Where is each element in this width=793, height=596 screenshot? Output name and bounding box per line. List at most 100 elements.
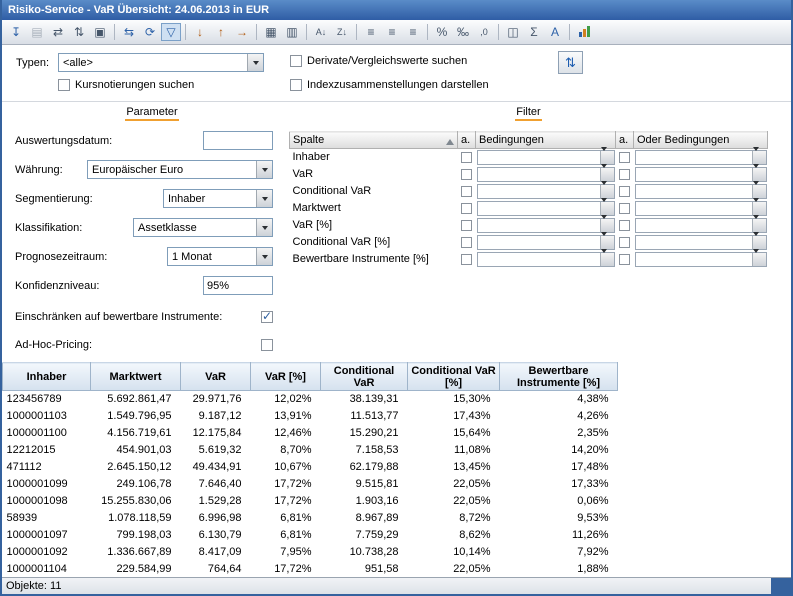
oder-bedingungen-select[interactable] bbox=[635, 252, 767, 267]
refresh-button[interactable]: ⇅ bbox=[558, 51, 583, 74]
table-row[interactable]: 1000001104229.584,99764,6417,72%951,5822… bbox=[3, 561, 618, 578]
align-center-icon[interactable]: ≡ bbox=[382, 23, 402, 41]
konfidenzniveau-input[interactable] bbox=[203, 276, 273, 295]
value-cell: 13,91% bbox=[251, 408, 321, 425]
einschraenken-checkbox[interactable] bbox=[261, 311, 273, 323]
and-checkbox[interactable] bbox=[461, 237, 472, 248]
fit-height-icon[interactable]: ⇅ bbox=[69, 23, 89, 41]
sigma-icon[interactable]: Σ bbox=[524, 23, 544, 41]
export-icon[interactable]: ↧ bbox=[6, 23, 26, 41]
sort-asc-icon[interactable]: A↓ bbox=[311, 23, 331, 41]
chart-icon[interactable] bbox=[574, 23, 594, 41]
oder-and-checkbox[interactable] bbox=[619, 254, 630, 265]
oder-bedingungen-select[interactable] bbox=[635, 218, 767, 233]
oder-and-checkbox[interactable] bbox=[619, 186, 630, 197]
waehrung-select[interactable]: Europäischer Euro bbox=[87, 160, 273, 179]
bedingungen-select[interactable] bbox=[477, 252, 615, 267]
table-row[interactable]: 4711122.645.150,1249.434,9110,67%62.179,… bbox=[3, 459, 618, 476]
table-row[interactable]: 10000011004.156.719,6112.175,8412,46%15.… bbox=[3, 425, 618, 442]
inhaber-cell: 1000001100 bbox=[3, 425, 91, 442]
oder-bedingungen-select[interactable] bbox=[635, 167, 767, 182]
oder-bedingungen-select[interactable] bbox=[635, 201, 767, 216]
bedingungen-select[interactable] bbox=[477, 167, 615, 182]
refresh-icon[interactable]: ⟳ bbox=[140, 23, 160, 41]
adhoc-pricing-checkbox[interactable] bbox=[261, 339, 273, 351]
table-row[interactable]: 10000011031.549.796,959.187,1213,91%11.5… bbox=[3, 408, 618, 425]
align-left-icon[interactable]: ≡ bbox=[361, 23, 381, 41]
and-checkbox[interactable] bbox=[461, 254, 472, 265]
bedingungen-select[interactable] bbox=[477, 201, 615, 216]
oder-bedingungen-select[interactable] bbox=[635, 235, 767, 250]
permille-icon[interactable]: ‰ bbox=[453, 23, 473, 41]
drill-next-icon[interactable]: → bbox=[232, 23, 252, 41]
decimal-format-icon[interactable]: ,0 bbox=[474, 23, 494, 41]
oder-bedingungen-select[interactable] bbox=[635, 184, 767, 199]
prognosezeitraum-select[interactable]: 1 Monat bbox=[167, 247, 273, 266]
filter-col-oder-bedingungen[interactable]: Oder Bedingungen bbox=[634, 132, 768, 149]
oder-and-checkbox[interactable] bbox=[619, 203, 630, 214]
results-col-bewertbare-instrumente-pct[interactable]: Bewertbare Instrumente [%] bbox=[500, 363, 618, 391]
table-row[interactable]: 589391.078.118,596.996,986,81%8.967,898,… bbox=[3, 510, 618, 527]
oder-and-checkbox[interactable] bbox=[619, 152, 630, 163]
index-checkbox[interactable] bbox=[290, 79, 302, 91]
derivate-checkbox[interactable] bbox=[290, 55, 302, 67]
title-bar[interactable]: Risiko-Service - VaR Übersicht: 24.06.20… bbox=[2, 0, 791, 20]
bedingungen-select[interactable] bbox=[477, 150, 615, 165]
value-cell: 38.139,31 bbox=[321, 391, 408, 408]
and-checkbox[interactable] bbox=[461, 186, 472, 197]
toolbar: ↧▤⇄⇅▣⇆⟳▽↓↑→▦▥A↓Z↓≡≡≡%‰,0◫ΣA bbox=[2, 20, 791, 45]
drill-down-icon[interactable]: ↓ bbox=[190, 23, 210, 41]
results-col-var[interactable]: VaR bbox=[181, 363, 251, 391]
filter-column-name: VaR [%] bbox=[290, 217, 458, 234]
filter-col-spalte[interactable]: Spalte bbox=[290, 132, 458, 149]
chevron-down-icon bbox=[600, 168, 614, 181]
value-cell: 2.645.150,12 bbox=[91, 459, 181, 476]
results-col-conditional-var[interactable]: Conditional VaR bbox=[321, 363, 408, 391]
filter-col-and2[interactable]: a. bbox=[616, 132, 634, 149]
typen-select[interactable]: <alle> bbox=[58, 53, 264, 72]
and-checkbox[interactable] bbox=[461, 220, 472, 231]
and-checkbox[interactable] bbox=[461, 203, 472, 214]
table-row[interactable]: 12212015454.901,035.619,328,70%7.158,531… bbox=[3, 442, 618, 459]
copy-icon[interactable]: ▤ bbox=[27, 23, 47, 41]
filter-icon[interactable]: ▽ bbox=[161, 23, 181, 41]
klassifikation-select[interactable]: Assetklasse bbox=[133, 218, 273, 237]
filter-col-bedingungen[interactable]: Bedingungen bbox=[476, 132, 616, 149]
window-icon[interactable]: ◫ bbox=[503, 23, 523, 41]
chevron-down-icon bbox=[752, 185, 766, 198]
percent-icon[interactable]: % bbox=[432, 23, 452, 41]
kursnotierungen-checkbox[interactable] bbox=[58, 79, 70, 91]
and-checkbox[interactable] bbox=[461, 169, 472, 180]
table-row[interactable]: 10000010921.336.667,898.417,097,95%10.73… bbox=[3, 544, 618, 561]
fit-width-icon[interactable]: ⇄ bbox=[48, 23, 68, 41]
oder-and-checkbox[interactable] bbox=[619, 220, 630, 231]
auswertungsdatum-input[interactable] bbox=[203, 131, 273, 150]
results-col-conditional-var-pct[interactable]: Conditional VaR [%] bbox=[408, 363, 500, 391]
filter-col-and[interactable]: a. bbox=[458, 132, 476, 149]
chevron-down-icon bbox=[256, 219, 272, 236]
bedingungen-select[interactable] bbox=[477, 218, 615, 233]
results-col-marktwert[interactable]: Marktwert bbox=[91, 363, 181, 391]
oder-and-checkbox[interactable] bbox=[619, 169, 630, 180]
align-right-icon[interactable]: ≡ bbox=[403, 23, 423, 41]
value-cell: 9,53% bbox=[500, 510, 618, 527]
results-col-var-pct[interactable]: VaR [%] bbox=[251, 363, 321, 391]
oder-bedingungen-select[interactable] bbox=[635, 150, 767, 165]
segmentierung-select[interactable]: Inhaber bbox=[163, 189, 273, 208]
sort-desc-icon[interactable]: Z↓ bbox=[332, 23, 352, 41]
swap-icon[interactable]: ⇆ bbox=[119, 23, 139, 41]
results-col-inhaber[interactable]: Inhaber bbox=[3, 363, 91, 391]
table-row[interactable]: 1000001099249.106,787.646,4017,72%9.515,… bbox=[3, 476, 618, 493]
outline-icon[interactable]: ▥ bbox=[282, 23, 302, 41]
bedingungen-select[interactable] bbox=[477, 184, 615, 199]
table-row[interactable]: 100000109815.255.830,061.529,2817,72%1.9… bbox=[3, 493, 618, 510]
table-row[interactable]: 1000001097799.198,036.130,796,81%7.759,2… bbox=[3, 527, 618, 544]
oder-and-checkbox[interactable] bbox=[619, 237, 630, 248]
expand-icon[interactable]: ▣ bbox=[90, 23, 110, 41]
bedingungen-select[interactable] bbox=[477, 235, 615, 250]
drill-up-icon[interactable]: ↑ bbox=[211, 23, 231, 41]
table-icon[interactable]: ▦ bbox=[261, 23, 281, 41]
font-icon[interactable]: A bbox=[545, 23, 565, 41]
and-checkbox[interactable] bbox=[461, 152, 472, 163]
table-row[interactable]: 1234567895.692.861,4729.971,7612,02%38.1… bbox=[3, 391, 618, 408]
